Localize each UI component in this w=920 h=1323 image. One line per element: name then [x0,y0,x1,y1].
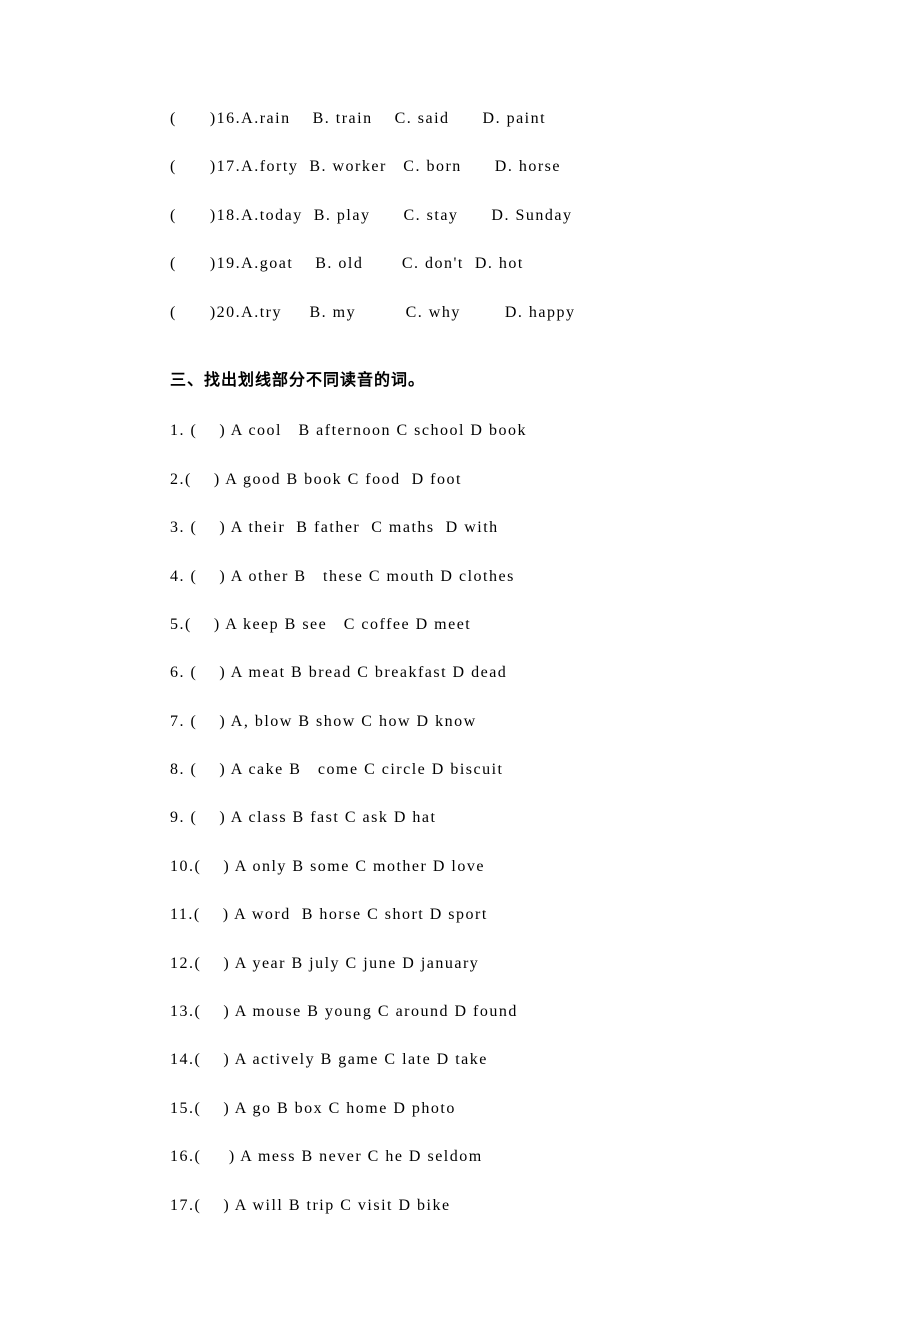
question-row: 11.( ) A word B horse C short D sport [170,904,750,926]
question-row: 16.( ) A mess B never C he D seldom [170,1146,750,1168]
question-row: 9. ( ) A class B fast C ask D hat [170,807,750,829]
question-row: 6. ( ) A meat B bread C breakfast D dead [170,662,750,684]
question-row: ( )19.A.goat B. old C. don't D. hot [170,253,750,275]
question-row: 8. ( ) A cake B come C circle D biscuit [170,759,750,781]
section-2-continued: ( )16.A.rain B. train C. said D. paint (… [170,108,750,324]
question-row: 12.( ) A year B july C june D january [170,953,750,975]
section-3-title: 三、找出划线部分不同读音的词。 [170,370,750,392]
question-row: ( )17.A.forty B. worker C. born D. horse [170,156,750,178]
question-row: 7. ( ) A, blow B show C how D know [170,711,750,733]
question-row: ( )16.A.rain B. train C. said D. paint [170,108,750,130]
question-row: 14.( ) A actively B game C late D take [170,1049,750,1071]
question-row: 2.( ) A good B book C food D foot [170,469,750,491]
question-row: 4. ( ) A other B these C mouth D clothes [170,566,750,588]
question-row: 1. ( ) A cool B afternoon C school D boo… [170,420,750,442]
question-row: ( )18.A.today B. play C. stay D. Sunday [170,205,750,227]
question-row: 10.( ) A only B some C mother D love [170,856,750,878]
question-row: 13.( ) A mouse B young C around D found [170,1001,750,1023]
document-page: ( )16.A.rain B. train C. said D. paint (… [0,0,920,1323]
question-row: 15.( ) A go B box C home D photo [170,1098,750,1120]
question-row: 3. ( ) A their B father C maths D with [170,517,750,539]
section-3: 1. ( ) A cool B afternoon C school D boo… [170,420,750,1217]
question-row: ( )20.A.try B. my C. why D. happy [170,302,750,324]
question-row: 17.( ) A will B trip C visit D bike [170,1195,750,1217]
question-row: 5.( ) A keep B see C coffee D meet [170,614,750,636]
